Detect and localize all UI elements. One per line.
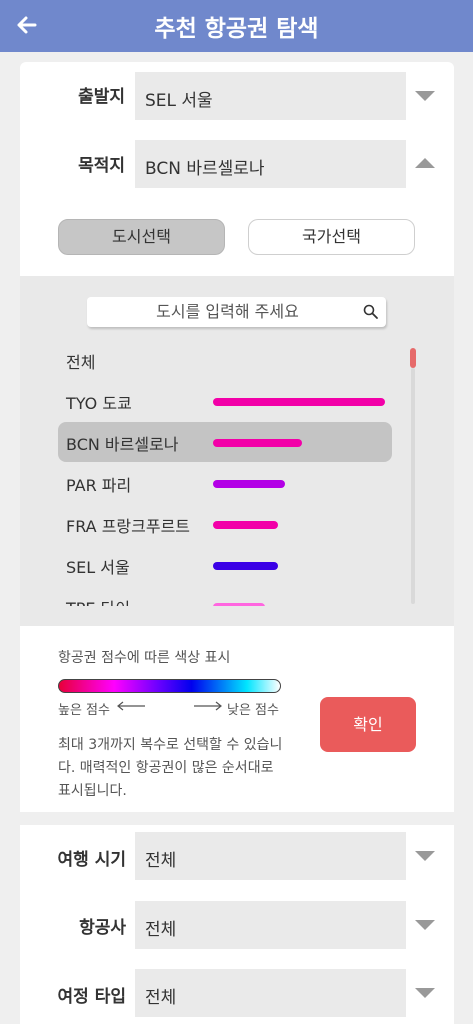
city-item-all[interactable]: 전체: [58, 340, 392, 380]
departure-select[interactable]: SEL 서울: [135, 72, 406, 120]
city-score-bar: [213, 439, 302, 447]
tab-city-select[interactable]: 도시선택: [58, 219, 225, 255]
legend-high-label: 높은 점수: [58, 703, 110, 718]
city-panel: 도시를 입력해 주세요 전체 TYO 도쿄 BCN 바르셀로나 PAR 파리 F…: [20, 276, 454, 626]
chevron-down-icon[interactable]: [415, 988, 435, 998]
city-score-bar: [213, 398, 385, 406]
city-label: 전체: [66, 353, 96, 372]
score-color-gradient: [58, 679, 281, 693]
city-list: 전체 TYO 도쿄 BCN 바르셀로나 PAR 파리 FRA 프랑크푸르트 SE…: [58, 340, 392, 606]
arrow-left-icon: [117, 701, 145, 711]
search-card: 출발지 SEL 서울 목적지 BCN 바르셀로나 도시선택 국가선택 도시를 입…: [20, 62, 454, 812]
city-search-input[interactable]: 도시를 입력해 주세요: [87, 297, 386, 327]
city-item-bcn[interactable]: BCN 바르셀로나: [58, 422, 392, 462]
itinerary-type-select[interactable]: 전체: [135, 969, 406, 1017]
city-label: PAR 파리: [66, 476, 132, 495]
airline-label: 항공사: [79, 918, 126, 938]
selection-note: 최대 3개까지 복수로 선택할 수 있습니다. 매력적인 항공권이 많은 순서대…: [58, 737, 283, 799]
city-item-tpe[interactable]: TPE 타이: [58, 586, 392, 606]
arrow-right-icon: [194, 701, 222, 711]
city-score-bar: [213, 521, 278, 529]
city-search-placeholder: 도시를 입력해 주세요: [156, 302, 299, 321]
destination-label: 목적지: [78, 156, 125, 176]
airline-select[interactable]: 전체: [135, 901, 406, 949]
city-label: FRA 프랑크푸르트: [66, 517, 191, 536]
page-title: 추천 항공권 탐색: [154, 16, 319, 42]
chevron-down-icon[interactable]: [415, 851, 435, 861]
app-header: 추천 항공권 탐색: [0, 0, 473, 52]
travel-period-select[interactable]: 전체: [135, 832, 406, 880]
itinerary-type-label: 여정 타입: [57, 987, 126, 1007]
scrollbar-track[interactable]: [411, 368, 415, 604]
destination-select[interactable]: BCN 바르셀로나: [135, 140, 406, 188]
departure-label: 출발지: [78, 87, 125, 107]
chevron-down-icon[interactable]: [415, 920, 435, 930]
city-item-tyo[interactable]: TYO 도쿄: [58, 381, 392, 421]
filter-card: 여행 시기 전체 항공사 전체 여정 타입 전체: [20, 825, 454, 1024]
city-item-sel[interactable]: SEL 서울: [58, 545, 392, 585]
city-label: SEL 서울: [66, 558, 130, 577]
legend-title: 항공권 점수에 따른 색상 표시: [58, 650, 231, 666]
city-score-bar: [213, 603, 265, 606]
city-label: TPE 타이: [66, 595, 130, 606]
city-score-bar: [213, 562, 278, 570]
confirm-button[interactable]: 확인: [320, 697, 416, 752]
search-icon[interactable]: [362, 303, 380, 321]
legend-low-label: 낮은 점수: [227, 703, 279, 718]
city-item-fra[interactable]: FRA 프랑크푸르트: [58, 504, 392, 544]
chevron-up-icon[interactable]: [415, 158, 435, 168]
travel-period-label: 여행 시기: [57, 850, 126, 870]
tab-country-select[interactable]: 국가선택: [248, 219, 415, 255]
city-item-par[interactable]: PAR 파리: [58, 463, 392, 503]
city-label: TYO 도쿄: [66, 394, 132, 413]
city-score-bar: [213, 480, 285, 488]
scrollbar-thumb[interactable]: [410, 348, 416, 368]
city-label: BCN 바르셀로나: [66, 435, 179, 454]
chevron-down-icon[interactable]: [415, 91, 435, 101]
